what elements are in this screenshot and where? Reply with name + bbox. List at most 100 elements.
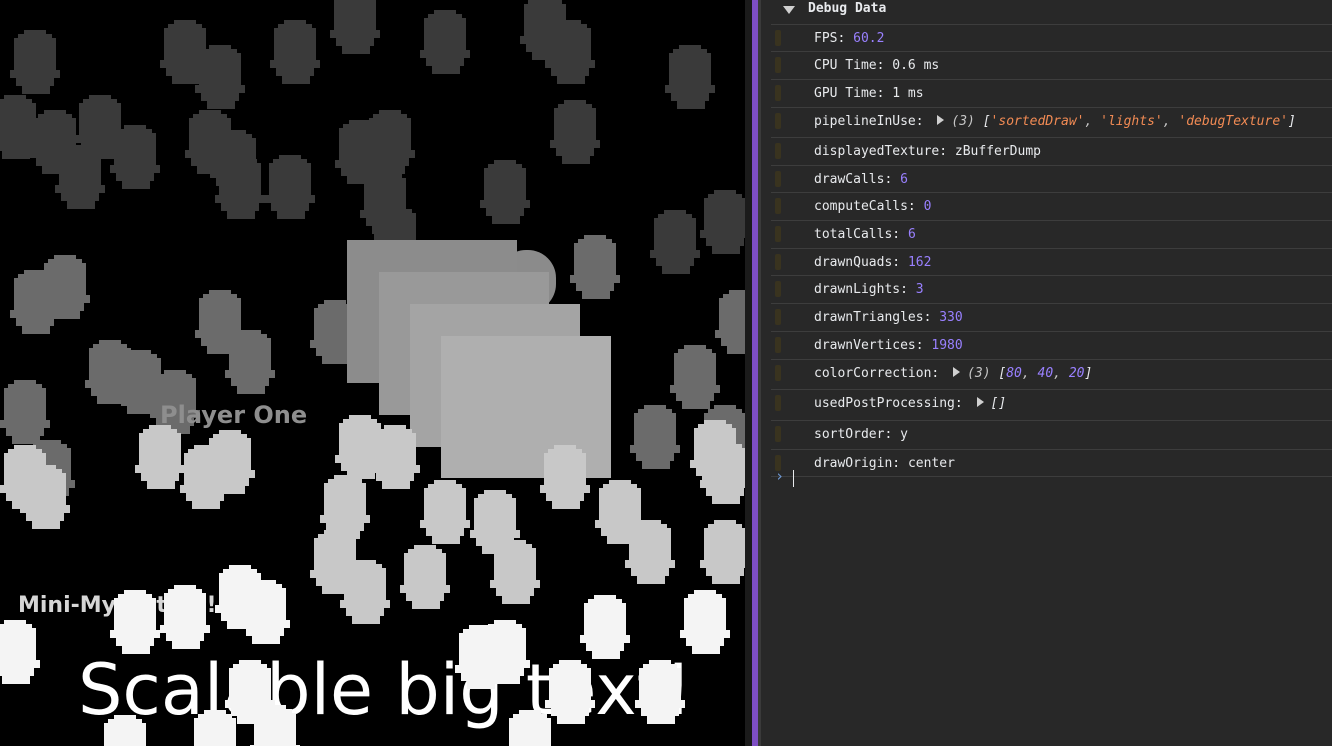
row-key: totalCalls [814,227,893,242]
console-row[interactable]: drawCalls: 6 [771,166,1332,193]
log-marker [775,226,781,242]
big-text-label: Scalable big text! [78,649,692,731]
console-rows: FPS: 60.2 CPU Time: 0.6 ms GPU Time: 1 ms p… [761,25,1332,477]
character-sprite [680,590,730,654]
character-sprite [320,475,370,539]
console-row-content: drawnTriangles: 330 [814,310,963,325]
character-sprite [340,560,390,624]
console-row-content: drawnQuads: 162 [814,255,932,270]
console-row-content: drawnVertices: 1980 [814,338,963,353]
console-group-header[interactable]: Debug Data [771,0,1332,25]
console-row[interactable]: totalCalls: 6 [771,221,1332,249]
array-length: (3) [967,366,991,381]
log-marker [775,30,781,46]
log-marker [775,426,781,442]
console-row-content: drawnLights: 3 [814,282,924,297]
console-row[interactable]: colorCorrection: (3) [80, 40, 20] [771,360,1332,390]
character-sprite [480,160,530,224]
row-value: 3 [915,282,924,297]
character-sprite [480,620,530,684]
console-row-content: pipelineInUse: (3) ['sortedDraw', 'light… [814,114,1296,129]
console-row[interactable]: drawnQuads: 162 [771,249,1332,276]
character-sprite [540,445,590,509]
row-value: y [900,427,908,442]
character-sprite [55,145,105,209]
expand-triangle-icon[interactable] [783,6,795,14]
character-sprite [400,545,450,609]
character-sprite [650,210,700,274]
character-sprite [700,520,745,584]
game-viewport[interactable]: Player One Mini-My ... text! Scalable bi… [0,0,745,746]
row-value: 60.2 [853,31,885,46]
character-sprite [580,595,630,659]
character-sprite [20,465,70,529]
console-row[interactable]: CPU Time: 0.6 ms [771,52,1332,80]
panel-divider [745,0,752,746]
row-value: 6 [907,227,916,242]
character-sprite [110,590,160,654]
row-key: drawnQuads [814,255,893,270]
console-row[interactable]: FPS: 60.2 [771,25,1332,52]
row-key: colorCorrection [814,366,932,381]
console-row[interactable]: drawOrigin: center [771,450,1332,477]
console-row[interactable]: displayedTexture: zBufferDump [771,138,1332,166]
row-key: displayedTexture [814,144,940,159]
character-sprite [715,290,745,354]
row-key: FPS [814,31,838,46]
character-sprite [330,0,380,54]
row-key: drawnLights [814,282,901,297]
row-value: 0 [923,199,932,214]
character-sprite [420,10,470,74]
console-row-content: drawOrigin: center [814,456,955,471]
console-row[interactable]: computeCalls: 0 [771,193,1332,221]
array-item: 'sortedDraw' [990,114,1085,129]
character-sprite [195,45,245,109]
prompt-chevron-icon: › [775,467,785,485]
console-row[interactable]: drawnLights: 3 [771,276,1332,304]
character-sprite [205,430,255,494]
console-row-content: computeCalls: 0 [814,199,932,214]
log-marker [775,254,781,270]
console-row[interactable]: drawnVertices: 1980 [771,332,1332,360]
console-row-content: displayedTexture: zBufferDump [814,144,1041,159]
expand-arrow-icon[interactable] [937,115,945,125]
row-key: usedPostProcessing [814,396,955,411]
console-row-content: usedPostProcessing: [] [814,396,1007,411]
character-sprite [630,405,680,469]
console-row[interactable]: drawnTriangles: 330 [771,304,1332,332]
character-sprite [700,190,745,254]
array-item: 20 [1068,366,1085,381]
character-sprite [665,45,715,109]
log-marker [775,337,781,353]
array-item: 40 [1037,366,1054,381]
console-row[interactable]: pipelineInUse: (3) ['sortedDraw', 'light… [771,108,1332,138]
row-key: sortOrder [814,427,885,442]
character-sprite [420,480,470,544]
group-title: Debug Data [808,1,887,16]
row-key: GPU Time [814,86,877,101]
character-sprite [700,440,745,504]
row-key: computeCalls [814,199,908,214]
character-sprite [545,20,595,84]
character-sprite [10,270,60,334]
character-sprite [0,380,50,444]
expand-arrow-icon[interactable] [953,367,961,377]
row-value: center [907,456,955,471]
character-sprite [625,520,675,584]
character-sprite [110,125,160,189]
log-marker [775,57,781,73]
expand-arrow-icon[interactable] [976,397,984,407]
console-row[interactable]: GPU Time: 1 ms [771,80,1332,108]
character-sprite [370,425,420,489]
console-row-content: sortOrder: y [814,427,908,442]
row-key: CPU Time [814,58,877,73]
console-panel: Debug Data FPS: 60.2 CPU Time: 0.6 ms GPU … [761,0,1332,746]
console-row[interactable]: usedPostProcessing: [] [771,390,1332,421]
render-canvas: Player One Mini-My ... text! Scalable bi… [0,0,745,746]
console-row-content: FPS: 60.2 [814,31,885,46]
row-value: zBufferDump [954,144,1041,159]
character-sprite [545,660,595,724]
console-row[interactable]: sortOrder: y [771,421,1332,450]
console-row-content: GPU Time: 1 ms [814,86,924,101]
console-row-content: totalCalls: 6 [814,227,916,242]
